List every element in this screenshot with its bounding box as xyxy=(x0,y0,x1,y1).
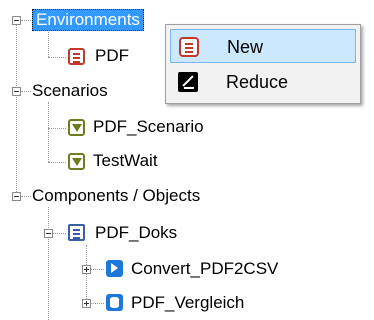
menu-item-label: Reduce xyxy=(226,72,289,92)
tree-node-pdf[interactable]: PDF xyxy=(95,46,129,66)
collapse-toggle-components[interactable] xyxy=(12,192,21,201)
list-icon xyxy=(68,224,85,241)
tree-node-pdf-scenario[interactable]: PDF_Scenario xyxy=(93,117,204,137)
reduce-icon xyxy=(178,72,198,92)
database-icon xyxy=(106,294,123,311)
expand-toggle-pdf-vergleich[interactable] xyxy=(82,299,91,308)
collapse-toggle-environments[interactable] xyxy=(12,16,21,25)
play-icon xyxy=(106,260,123,277)
tree-node-pdf-vergleich[interactable]: PDF_Vergleich xyxy=(131,293,244,313)
new-document-icon xyxy=(179,37,199,57)
tree-node-scenarios[interactable]: Scenarios xyxy=(32,81,108,101)
collapse-toggle-pdf-doks[interactable] xyxy=(44,229,53,238)
expand-toggle-convert-pdf2csv[interactable] xyxy=(82,265,91,274)
tree-node-components-objects[interactable]: Components / Objects xyxy=(32,186,200,206)
tree-node-environments[interactable]: Environments xyxy=(32,9,144,31)
menu-item-new[interactable]: New xyxy=(170,29,356,63)
menu-item-label: New xyxy=(227,37,264,57)
menu-item-reduce[interactable]: Reduce xyxy=(170,65,356,99)
context-menu: New Reduce xyxy=(165,24,361,104)
tree-node-testwait[interactable]: TestWait xyxy=(93,151,158,171)
scenario-icon xyxy=(68,153,85,170)
tree-node-pdf-doks[interactable]: PDF_Doks xyxy=(95,223,177,243)
tree-node-convert-pdf2csv[interactable]: Convert_PDF2CSV xyxy=(131,259,278,279)
collapse-toggle-scenarios[interactable] xyxy=(12,87,21,96)
scenario-icon xyxy=(68,119,85,136)
document-icon xyxy=(68,48,85,65)
